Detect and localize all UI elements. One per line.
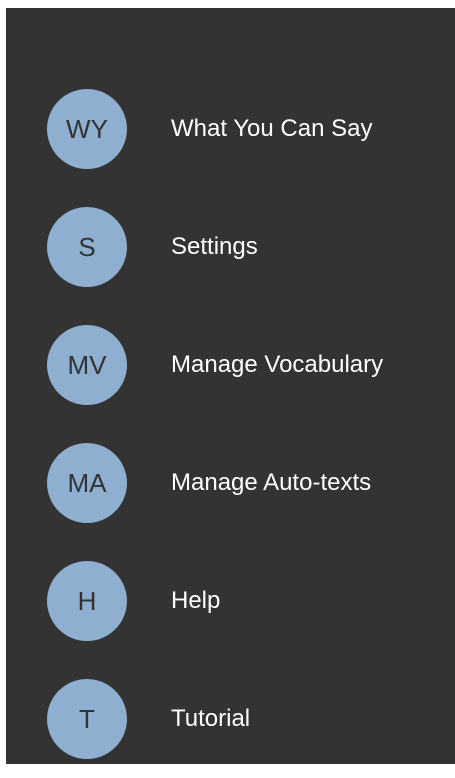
- menu-item-manage-auto-texts[interactable]: MA Manage Auto-texts: [6, 424, 455, 542]
- menu-item-help[interactable]: H Help: [6, 542, 455, 660]
- avatar: MA: [47, 443, 127, 523]
- menu-item-label: Help: [171, 587, 221, 614]
- menu-panel: WY What You Can Say S Settings MV Manage…: [6, 8, 455, 764]
- avatar: T: [47, 679, 127, 759]
- menu-item-label: What You Can Say: [171, 115, 373, 142]
- menu-item-label: Manage Vocabulary: [171, 351, 384, 378]
- menu-item-label: Settings: [171, 233, 258, 260]
- menu-item-label: Tutorial: [171, 705, 251, 732]
- avatar: H: [47, 561, 127, 641]
- avatar: WY: [47, 89, 127, 169]
- menu-item-settings[interactable]: S Settings: [6, 188, 455, 306]
- avatar: MV: [47, 325, 127, 405]
- menu-item-manage-vocabulary[interactable]: MV Manage Vocabulary: [6, 306, 455, 424]
- menu-item-what-you-can-say[interactable]: WY What You Can Say: [6, 70, 455, 188]
- menu-item-label: Manage Auto-texts: [171, 469, 372, 496]
- menu-item-tutorial[interactable]: T Tutorial: [6, 660, 455, 778]
- avatar: S: [47, 207, 127, 287]
